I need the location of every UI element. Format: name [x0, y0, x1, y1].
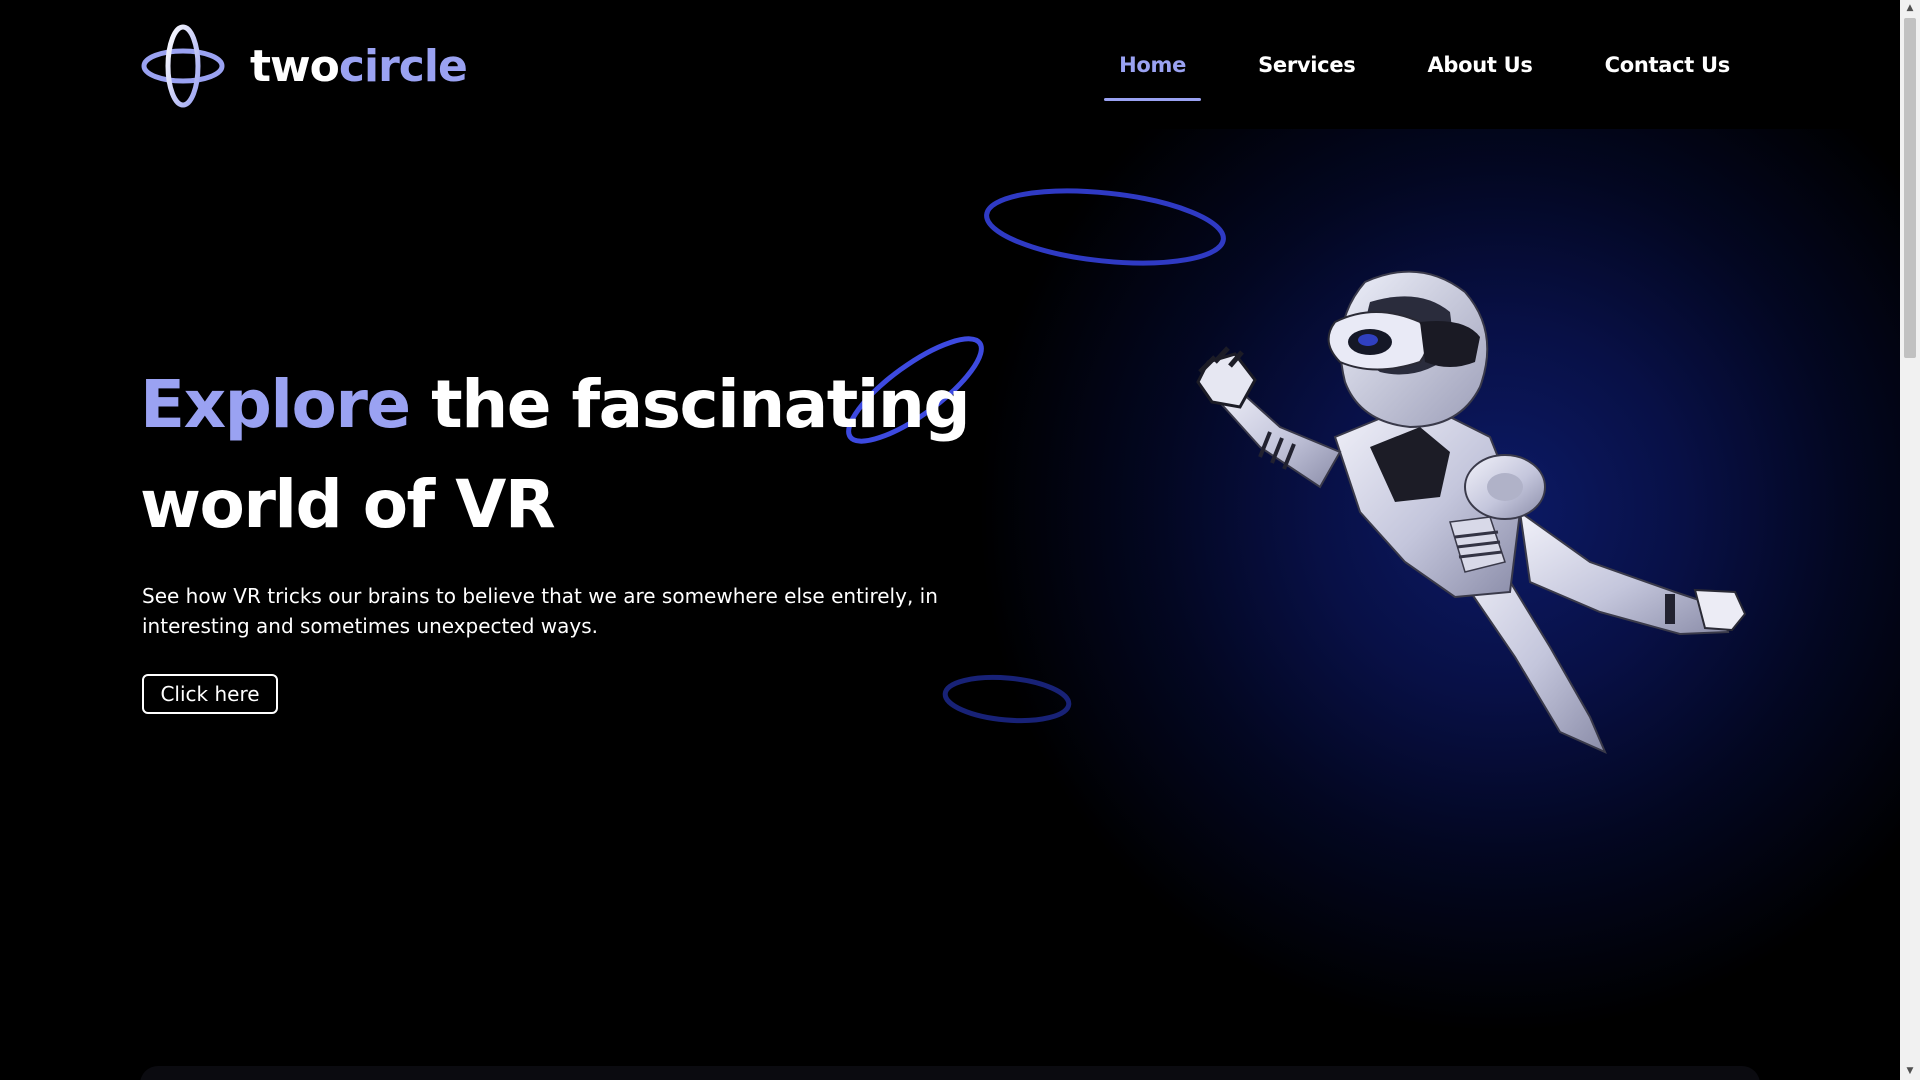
page: twocircle Home Services About Us Contact… — [0, 0, 1900, 1080]
next-section-panel — [140, 1066, 1760, 1080]
scroll-thumb[interactable] — [1904, 18, 1916, 358]
nav-contact-us-label: Contact Us — [1604, 52, 1731, 77]
decorative-ring-top — [984, 188, 1226, 266]
hero-description: See how VR tricks our brains to believe … — [142, 584, 938, 638]
hero-title-line2: world of VR — [140, 466, 556, 543]
scroll-up-arrow-icon[interactable]: ▲ — [1900, 0, 1920, 17]
nav-services-label: Services — [1258, 52, 1356, 77]
nav-services[interactable]: Services — [1258, 52, 1356, 77]
nav-about-us[interactable]: About Us — [1427, 53, 1532, 77]
nav-home-label: Home — [1119, 52, 1187, 77]
page-scrollbar[interactable]: ▲ ▼ — [1900, 0, 1920, 1080]
brand-name-part2: circle — [338, 40, 468, 92]
brand-name: twocircle — [250, 40, 468, 92]
click-here-button[interactable]: Click here — [142, 674, 278, 714]
nav-home[interactable]: Home — [1104, 52, 1202, 101]
scroll-down-arrow-icon[interactable]: ▼ — [1900, 1063, 1920, 1080]
orbit-rings-icon — [141, 24, 225, 108]
site-header: twocircle Home Services About Us Contact… — [0, 0, 1900, 129]
flying-robot-image — [1196, 270, 1747, 754]
brand-name-part1: two — [250, 40, 340, 92]
brand-logo[interactable]: twocircle — [140, 23, 468, 109]
nav-contact-us[interactable]: Contact Us — [1604, 52, 1731, 77]
hero-title-line1: the fascinating — [409, 366, 971, 443]
hero-title: Explore the fascinating world of VR — [140, 355, 971, 555]
hero-title-accent: Explore — [140, 366, 411, 443]
decorative-ring-bottom — [942, 674, 1072, 724]
main-nav: Home Services About Us Contact Us — [1047, 0, 1730, 129]
nav-about-us-label: About Us — [1427, 52, 1533, 77]
nav-active-indicator — [1104, 97, 1202, 101]
